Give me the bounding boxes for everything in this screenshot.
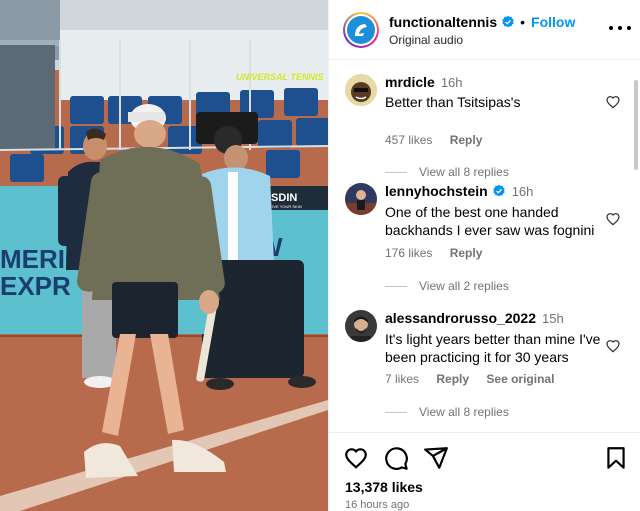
video-frame: UNIVERSAL TENNIS MERIC EXPR W ES ISDIN L…	[0, 0, 328, 511]
follow-button[interactable]: Follow	[531, 14, 575, 30]
comment-time: 15h	[541, 310, 564, 326]
commenter-avatar[interactable]	[345, 183, 377, 215]
see-original-button[interactable]: See original	[486, 372, 554, 386]
heart-icon[interactable]	[343, 445, 369, 471]
comment-text: It's light years better than mine I've b…	[385, 331, 601, 365]
post-header: functionaltennis • Follow Original audio	[329, 0, 640, 60]
comment-username[interactable]: alessandrorusso_2022	[385, 310, 536, 326]
reply-button[interactable]: Reply	[436, 372, 469, 386]
view-replies-button[interactable]: View all 2 replies	[385, 279, 509, 293]
share-icon[interactable]	[423, 445, 449, 471]
post-username[interactable]: functionaltennis	[389, 14, 497, 30]
comment-likes[interactable]: 176 likes	[385, 246, 432, 260]
comment-heart-icon[interactable]	[605, 94, 621, 110]
comment-likes[interactable]: 457 likes	[385, 133, 432, 147]
comment-text: Better than Tsitsipas's	[385, 94, 521, 110]
profile-avatar[interactable]	[343, 12, 379, 48]
more-options-icon[interactable]	[609, 18, 631, 38]
view-replies-button[interactable]: View all 8 replies	[385, 165, 509, 179]
reply-button[interactable]: Reply	[450, 133, 483, 147]
comment-heart-icon[interactable]	[605, 338, 621, 354]
audio-label[interactable]: Original audio	[389, 33, 463, 47]
stand-logo: UNIVERSAL TENNIS	[236, 72, 323, 82]
view-replies-label: View all 2 replies	[419, 279, 509, 293]
comment-time: 16h	[511, 183, 534, 199]
header-separator: •	[520, 14, 526, 30]
video-player[interactable]: UNIVERSAL TENNIS MERIC EXPR W ES ISDIN L…	[0, 0, 328, 511]
comment-time: 16h	[440, 74, 463, 90]
verified-badge-icon	[502, 15, 514, 28]
commenter-avatar[interactable]	[345, 74, 377, 106]
likes-count[interactable]: 13,378 likes	[345, 479, 423, 495]
comment-icon[interactable]	[383, 445, 409, 471]
comment-heart-icon[interactable]	[605, 211, 621, 227]
comments-scrollbar[interactable]	[634, 80, 638, 170]
bookmark-icon[interactable]	[603, 445, 629, 471]
comment-username[interactable]: mrdicle	[385, 74, 435, 90]
comment-likes[interactable]: 7 likes	[385, 372, 419, 386]
verified-badge-icon	[493, 184, 505, 197]
sponsor-sign: ISDIN	[268, 192, 297, 204]
banner-text-2: EXPR	[0, 271, 71, 301]
sponsor-tag: LOVE YOUR SKIN	[268, 204, 302, 209]
comment-username[interactable]: lennyhochstein	[385, 183, 488, 199]
view-replies-button[interactable]: View all 8 replies	[385, 405, 509, 419]
post-panel: functionaltennis • Follow Original audio	[328, 0, 640, 511]
view-replies-label: View all 8 replies	[419, 405, 509, 419]
commenter-avatar[interactable]	[345, 310, 377, 342]
reply-button[interactable]: Reply	[450, 246, 483, 260]
post-timestamp: 16 hours ago	[345, 499, 410, 511]
comments-list[interactable]: mrdicle 16h Better than Tsitsipas's 457 …	[329, 61, 640, 431]
view-replies-label: View all 8 replies	[419, 165, 509, 179]
post-actions: 13,378 likes 16 hours ago	[329, 432, 640, 511]
brand-logo-icon	[355, 24, 367, 36]
comment-text: One of the best one handed backhands I e…	[385, 204, 595, 238]
